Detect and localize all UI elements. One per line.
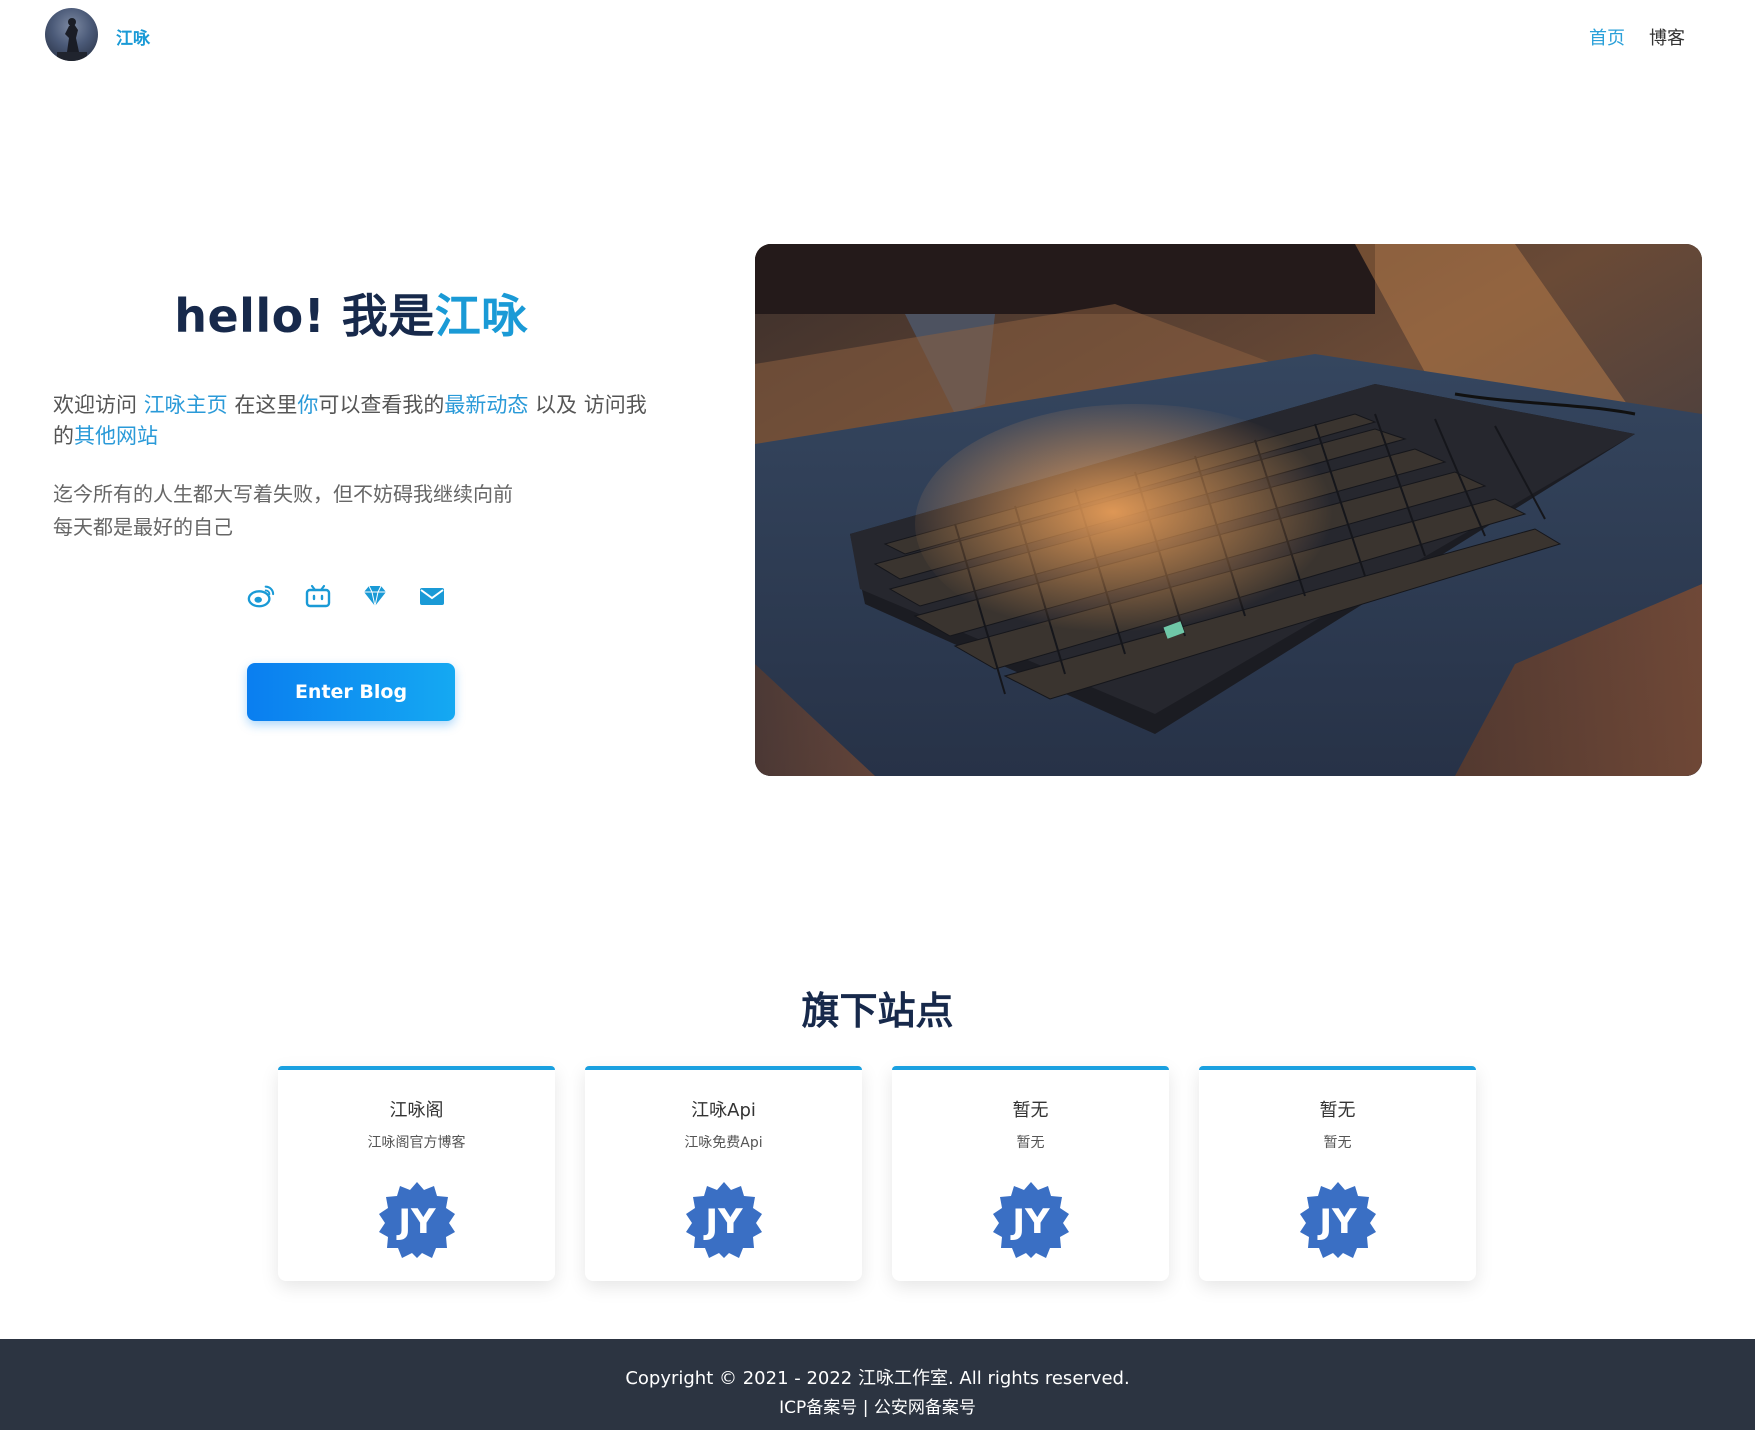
site-card-1[interactable]: 江咏阁 江咏阁官方博客 JY: [278, 1066, 555, 1281]
main-nav: 首页 博客: [1589, 24, 1685, 50]
intro-text-1: 欢迎访问: [53, 393, 144, 417]
footer-records: ICP备案号 | 公安网备案号: [0, 1393, 1755, 1418]
jy-logo-icon: JY: [377, 1180, 457, 1260]
hero-title-prefix: hello! 我是: [174, 289, 435, 343]
hero-motto: 迄今所有的人生都大写着失败，但不妨碍我继续向前 每天都是最好的自己: [53, 478, 653, 544]
site-card-2[interactable]: 江咏Api 江咏免费Api JY: [585, 1066, 862, 1281]
mail-icon[interactable]: [418, 582, 446, 610]
site-cards: 江咏阁 江咏阁官方博客 JY 江咏Api 江咏免费Api JY 暂无 暂无 JY: [278, 1066, 1476, 1281]
jy-logo-icon: JY: [991, 1180, 1071, 1260]
intro-highlight-you: 你: [297, 393, 319, 417]
jy-logo-icon: JY: [1298, 1180, 1378, 1260]
intro-text-3: 可以查看我的: [318, 393, 445, 417]
site-card-subtitle: 暂无: [1323, 1135, 1352, 1151]
hero-intro: 欢迎访问 江咏主页 在这里你可以查看我的最新动态 以及 访问我的其他网站: [53, 390, 653, 452]
intro-link-news[interactable]: 最新动态: [444, 393, 528, 417]
footer-separator: |: [857, 1398, 874, 1418]
nav-home[interactable]: 首页: [1589, 24, 1625, 50]
site-card-title: 暂无: [1012, 1100, 1049, 1121]
nav-blog[interactable]: 博客: [1649, 24, 1685, 50]
jy-logo-icon: JY: [684, 1180, 764, 1260]
icp-link[interactable]: ICP备案号: [779, 1398, 857, 1418]
avatar[interactable]: [45, 8, 98, 61]
intro-text-2: 在这里: [227, 393, 298, 417]
footer-copyright: Copyright © 2021 - 2022 江咏工作室. All right…: [625, 1368, 1130, 1389]
sites-section-title: 旗下站点: [801, 989, 954, 1033]
motto-line-2: 每天都是最好的自己: [53, 515, 233, 539]
site-card-subtitle: 江咏阁官方博客: [367, 1135, 466, 1151]
site-card-3[interactable]: 暂无 暂无 JY: [892, 1066, 1169, 1281]
svg-text:JY: JY: [1317, 1202, 1357, 1242]
diamond-icon[interactable]: [361, 582, 389, 610]
hero-title: hello! 我是江咏: [0, 280, 702, 346]
hero-title-name: 江咏: [434, 289, 528, 343]
enter-blog-button[interactable]: Enter Blog: [247, 663, 455, 721]
site-card-title: 江咏Api: [691, 1100, 756, 1121]
brand-name[interactable]: 江咏: [116, 24, 150, 49]
svg-text:JY: JY: [396, 1202, 436, 1242]
svg-text:JY: JY: [703, 1202, 743, 1242]
hero-keyboard-image: [755, 244, 1702, 776]
site-card-subtitle: 暂无: [1016, 1135, 1045, 1151]
site-card-title: 暂无: [1319, 1100, 1356, 1121]
weibo-icon[interactable]: [247, 582, 275, 610]
police-record-link[interactable]: 公安网备案号: [874, 1398, 976, 1418]
motto-line-1: 迄今所有的人生都大写着失败，但不妨碍我继续向前: [53, 482, 513, 506]
bilibili-icon[interactable]: [304, 582, 332, 610]
site-card-title: 江咏阁: [389, 1100, 444, 1121]
site-card-subtitle: 江咏免费Api: [684, 1135, 763, 1151]
intro-link-home[interactable]: 江咏主页: [144, 393, 228, 417]
svg-text:JY: JY: [1010, 1202, 1050, 1242]
site-card-4[interactable]: 暂无 暂无 JY: [1199, 1066, 1476, 1281]
site-footer: Copyright © 2021 - 2022 江咏工作室. All right…: [0, 1339, 1755, 1430]
site-header: 江咏 首页 博客: [0, 0, 1755, 72]
social-links: [247, 582, 446, 610]
intro-link-sites[interactable]: 其他网站: [74, 424, 158, 448]
